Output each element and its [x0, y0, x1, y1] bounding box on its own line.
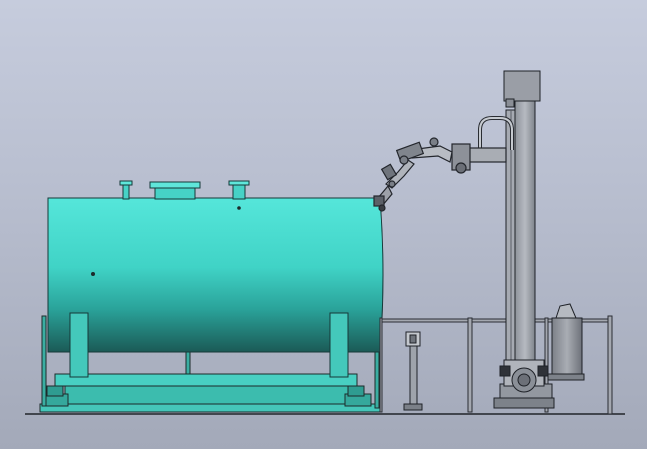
robot-arm [373, 116, 514, 212]
tank [47, 180, 384, 378]
tank-saddle-right [329, 312, 349, 378]
cad-viewport[interactable] [0, 0, 647, 449]
control-pedestal [403, 331, 423, 411]
tank-nozzle-right [228, 180, 250, 200]
cad-scene [25, 70, 625, 415]
tank-manhole [149, 181, 201, 200]
hopper [547, 303, 585, 381]
tank-nozzle-left [119, 180, 133, 200]
tank-saddle-left [69, 312, 89, 378]
